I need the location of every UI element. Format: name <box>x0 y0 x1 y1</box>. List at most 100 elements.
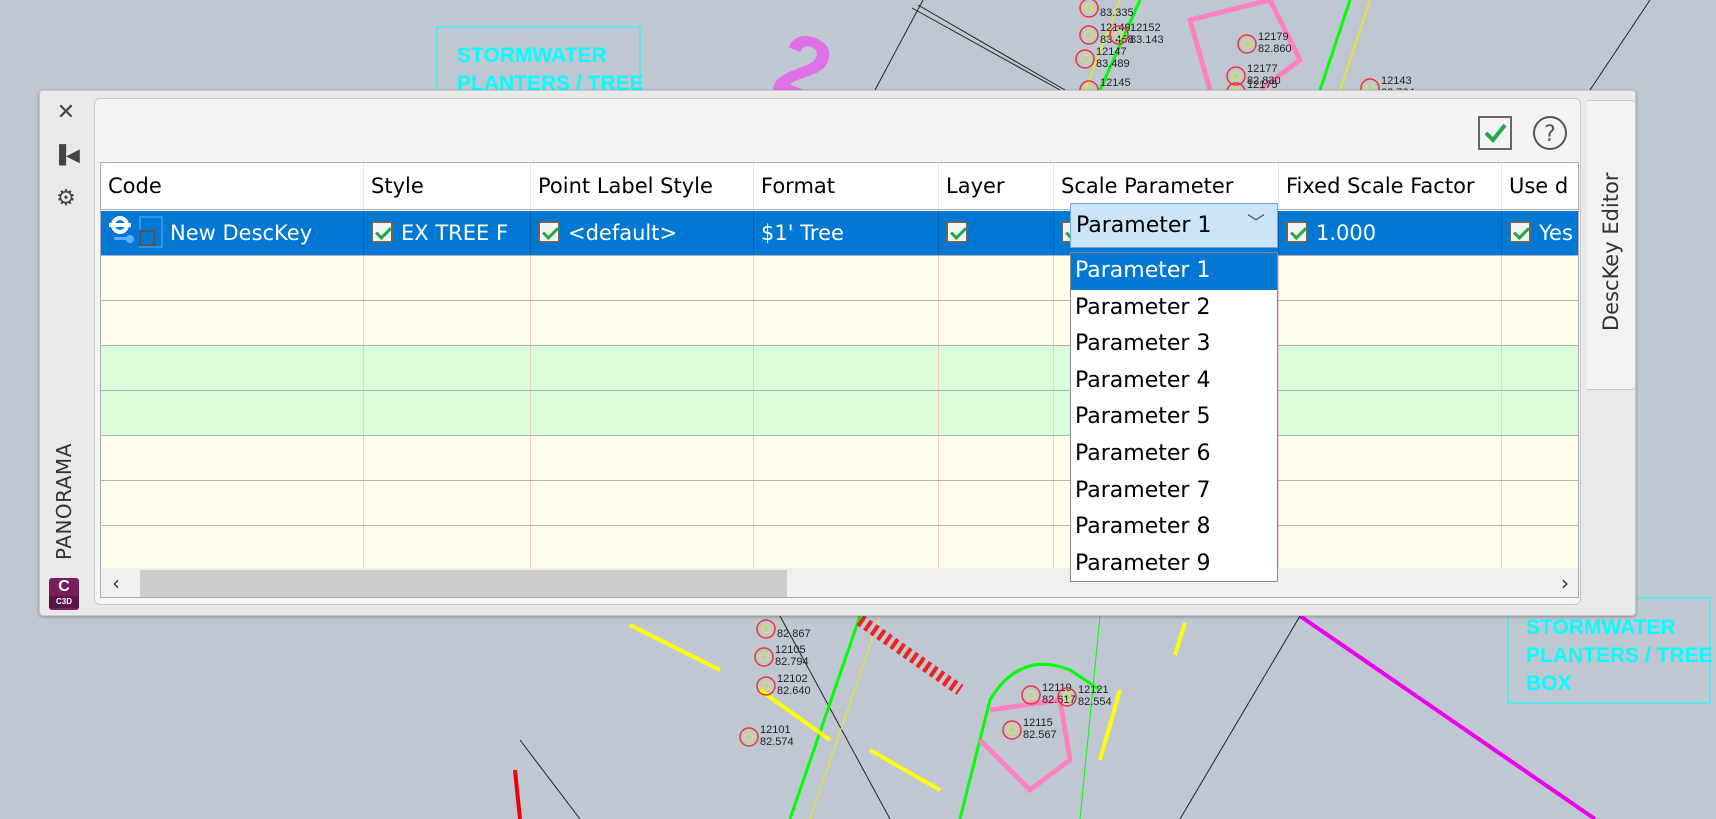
help-icon[interactable]: ? <box>1532 115 1568 151</box>
dropdown-option[interactable]: Parameter 6 <box>1071 436 1277 473</box>
table-row[interactable] <box>101 526 1578 571</box>
table-cell[interactable] <box>939 391 1054 435</box>
table-cell[interactable] <box>364 436 531 480</box>
table-cell[interactable] <box>1279 391 1502 435</box>
table-cell[interactable] <box>939 346 1054 390</box>
survey-point[interactable]: 1214983.458 <box>1079 22 1134 46</box>
table-cell[interactable] <box>754 526 939 570</box>
table-row[interactable] <box>101 346 1578 391</box>
column-header-format[interactable]: Format <box>754 163 939 209</box>
apply-checkmark-icon[interactable] <box>1477 115 1513 151</box>
cell-format[interactable]: $1' Tree <box>754 211 939 255</box>
table-cell[interactable] <box>939 481 1054 525</box>
table-cell[interactable] <box>531 256 754 300</box>
table-cell[interactable] <box>1502 256 1578 300</box>
table-cell[interactable] <box>101 526 364 570</box>
survey-point[interactable]: 1214783.489 <box>1075 46 1130 70</box>
survey-point[interactable]: 1210582.794 <box>754 644 809 668</box>
dropdown-option[interactable]: Parameter 8 <box>1071 509 1277 546</box>
dropdown-option[interactable]: Parameter 4 <box>1071 363 1277 400</box>
table-cell[interactable] <box>1502 346 1578 390</box>
table-cell[interactable] <box>1279 481 1502 525</box>
table-cell[interactable] <box>364 481 531 525</box>
table-cell[interactable] <box>1279 436 1502 480</box>
column-header-layer[interactable]: Layer <box>939 163 1054 209</box>
dropdown-option[interactable]: Parameter 5 <box>1071 399 1277 436</box>
chevron-down-icon[interactable]: ﹀ <box>1247 202 1265 245</box>
table-cell[interactable] <box>754 346 939 390</box>
table-row[interactable] <box>101 481 1578 526</box>
table-cell[interactable] <box>101 481 364 525</box>
dropdown-option[interactable]: Parameter 1 <box>1071 253 1277 290</box>
cell-layer[interactable] <box>939 211 1054 255</box>
cell-fixed-scale-factor[interactable]: 1.000 <box>1279 211 1502 255</box>
dropdown-option[interactable]: Parameter 3 <box>1071 326 1277 363</box>
close-icon[interactable]: ✕ <box>52 99 80 127</box>
table-cell[interactable] <box>939 301 1054 345</box>
table-row[interactable] <box>101 391 1578 436</box>
dropdown-option[interactable]: Parameter 7 <box>1071 473 1277 510</box>
table-cell[interactable] <box>939 526 1054 570</box>
table-cell[interactable] <box>754 256 939 300</box>
table-row[interactable] <box>101 301 1578 346</box>
table-cell[interactable] <box>1279 301 1502 345</box>
point-label-style-checkbox[interactable] <box>538 221 560 243</box>
table-cell[interactable] <box>364 256 531 300</box>
table-cell[interactable] <box>531 526 754 570</box>
survey-point[interactable]: 1210182.574 <box>739 724 794 748</box>
column-header-code[interactable]: Code <box>101 163 364 209</box>
survey-point[interactable]: 1217982.860 <box>1237 31 1292 55</box>
table-cell[interactable] <box>939 436 1054 480</box>
cell-code[interactable]: New DescKey <box>101 211 364 255</box>
table-cell[interactable] <box>101 256 364 300</box>
table-cell[interactable] <box>364 301 531 345</box>
table-cell[interactable] <box>101 301 364 345</box>
table-cell[interactable] <box>101 346 364 390</box>
table-cell[interactable] <box>754 301 939 345</box>
gear-icon[interactable]: ⚙ <box>52 185 80 213</box>
layer-checkbox[interactable] <box>946 221 968 243</box>
table-cell[interactable] <box>531 436 754 480</box>
table-cell[interactable] <box>754 481 939 525</box>
table-cell[interactable] <box>364 526 531 570</box>
cell-use-d[interactable]: Yes <box>1502 211 1578 255</box>
table-cell[interactable] <box>101 391 364 435</box>
scroll-left-arrow[interactable]: ‹ <box>101 568 131 597</box>
table-cell[interactable] <box>531 391 754 435</box>
table-cell[interactable] <box>1502 301 1578 345</box>
table-row[interactable] <box>101 436 1578 481</box>
table-row-selected[interactable]: New DescKey EX TREE F <default> $1' Tree… <box>101 211 1578 256</box>
table-cell[interactable] <box>531 481 754 525</box>
table-cell[interactable] <box>531 346 754 390</box>
scrollbar-thumb[interactable] <box>140 570 787 597</box>
table-cell[interactable] <box>1279 346 1502 390</box>
style-checkbox[interactable] <box>371 221 393 243</box>
scale-parameter-dropdown[interactable]: Parameter 1 ﹀ <box>1070 203 1278 248</box>
table-cell[interactable] <box>364 391 531 435</box>
table-cell[interactable] <box>754 391 939 435</box>
table-cell[interactable] <box>1279 256 1502 300</box>
table-cell[interactable] <box>364 346 531 390</box>
scroll-right-arrow[interactable]: › <box>1550 568 1578 597</box>
table-cell[interactable] <box>1502 436 1578 480</box>
table-cell[interactable] <box>939 256 1054 300</box>
table-cell[interactable] <box>754 436 939 480</box>
cell-style[interactable]: EX TREE F <box>364 211 531 255</box>
use-d-checkbox[interactable] <box>1509 221 1531 243</box>
dropdown-option[interactable]: Parameter 9 <box>1071 546 1277 583</box>
tab-desckey-editor[interactable]: DescKey Editor <box>1587 100 1636 390</box>
horizontal-scrollbar[interactable]: ‹ › <box>101 568 1578 597</box>
table-cell[interactable] <box>101 436 364 480</box>
table-cell[interactable] <box>1502 391 1578 435</box>
survey-point[interactable]: 83.335 <box>1079 0 1134 19</box>
auto-hide-icon[interactable]: ▐◀ <box>52 142 80 170</box>
column-header-style[interactable]: Style <box>364 163 531 209</box>
column-header-point-label-style[interactable]: Point Label Style <box>531 163 754 209</box>
cell-point-label-style[interactable]: <default> <box>531 211 754 255</box>
table-cell[interactable] <box>1502 526 1578 570</box>
survey-point[interactable]: 1211582.567 <box>1002 717 1057 741</box>
table-cell[interactable] <box>531 301 754 345</box>
dropdown-option[interactable]: Parameter 2 <box>1071 290 1277 327</box>
table-cell[interactable] <box>1279 526 1502 570</box>
column-header-use-d[interactable]: Use d <box>1502 163 1578 209</box>
